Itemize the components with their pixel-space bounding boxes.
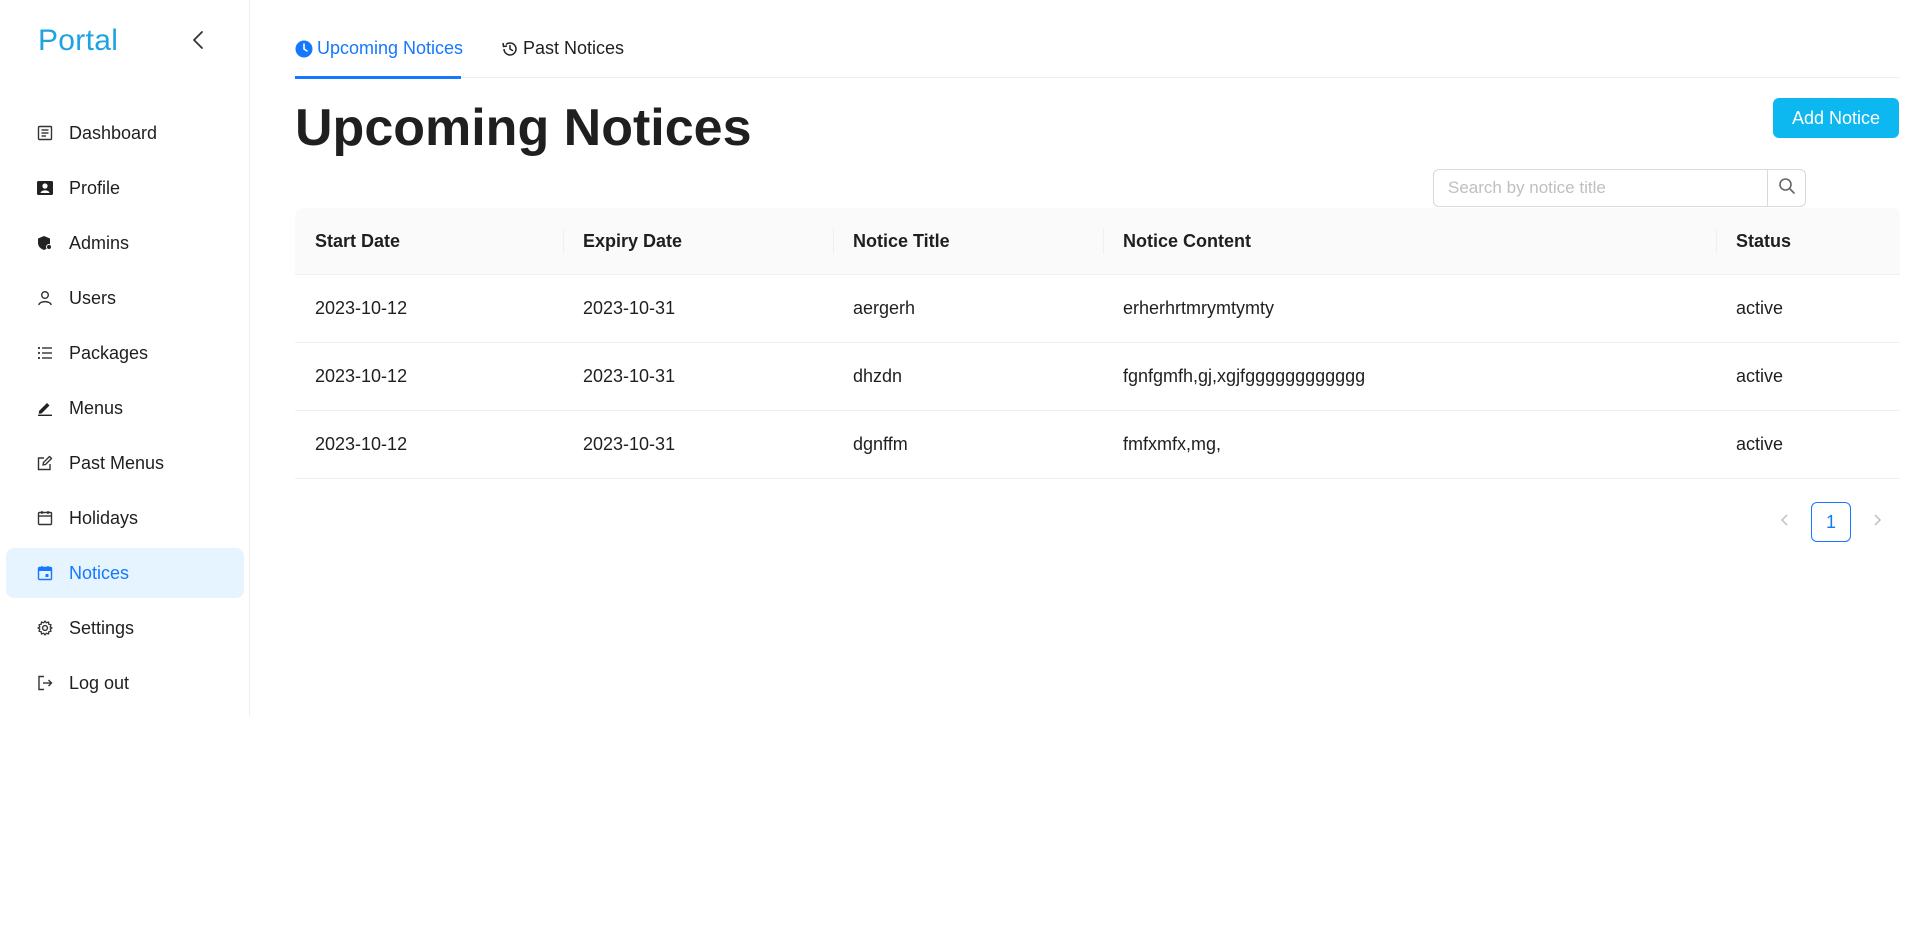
search-input[interactable] (1433, 169, 1767, 207)
column-header-notice-title[interactable]: Notice Title (833, 231, 1103, 252)
search-button[interactable] (1767, 169, 1806, 207)
sidebar-item-logout[interactable]: Log out (6, 658, 244, 708)
sidebar-item-label: Packages (69, 342, 149, 363)
chevron-left-icon (193, 31, 203, 49)
sidebar-item-admins[interactable]: Admins (6, 218, 244, 268)
sidebar-item-label: Users (69, 287, 117, 308)
column-header-start-date[interactable]: Start Date (295, 231, 563, 252)
tab-past-notices[interactable]: Past Notices (501, 38, 624, 78)
search-icon (1778, 177, 1796, 200)
clock-icon (295, 40, 313, 58)
sidebar-item-holidays[interactable]: Holidays (6, 493, 244, 543)
cell-status: active (1736, 298, 1784, 318)
column-header-status[interactable]: Status (1716, 231, 1900, 252)
tab-label: Past Notices (523, 38, 625, 58)
cell-status: active (1736, 366, 1784, 386)
sidebar-item-label: Dashboard (69, 122, 158, 143)
profile-card-icon (35, 178, 55, 198)
cell-start-date: 2023-10-12 (315, 434, 408, 454)
cell-notice-title: dhzdn (853, 366, 903, 386)
tab-label: Upcoming Notices (317, 38, 464, 58)
pen-icon (35, 398, 55, 418)
sidebar-item-past-menus[interactable]: Past Menus (6, 438, 244, 488)
notice-tabs: Upcoming Notices Past Notices (295, 30, 1900, 79)
sidebar-item-label: Menus (69, 397, 124, 418)
sidebar-item-label: Past Menus (69, 452, 165, 473)
table-row[interactable]: 2023-10-12 2023-10-31 dhzdn fgnfgmfh,gj,… (295, 343, 1900, 411)
cell-notice-content: fmfxmfx,mg, (1123, 434, 1221, 454)
cell-expiry-date: 2023-10-31 (583, 434, 676, 454)
dashboard-icon (35, 123, 55, 143)
cell-start-date: 2023-10-12 (315, 298, 408, 318)
sidebar-item-notices[interactable]: Notices (6, 548, 244, 598)
sidebar-item-label: Log out (69, 672, 130, 693)
sidebar: Portal Dashboard Profile Admins Users Pa… (0, 0, 250, 716)
cell-notice-content: fgnfgmfh,gj,xgjfgggggggggggg (1123, 366, 1366, 386)
page-number-button[interactable]: 1 (1811, 502, 1851, 542)
tab-upcoming-notices[interactable]: Upcoming Notices (295, 38, 464, 79)
sidebar-item-packages[interactable]: Packages (6, 328, 244, 378)
collapse-sidebar-button[interactable] (186, 26, 210, 54)
cell-start-date: 2023-10-12 (315, 366, 408, 386)
search-bar (1433, 169, 1806, 207)
chevron-left-icon (1780, 513, 1790, 532)
user-icon (35, 288, 55, 308)
edit-icon (35, 453, 55, 473)
cell-notice-content: erherhrtmrymtymty (1123, 298, 1275, 318)
next-page-button[interactable] (1857, 502, 1897, 542)
table-header: Start Date Expiry Date Notice Title Noti… (295, 208, 1900, 275)
pagination: 1 (1765, 502, 1897, 542)
cell-notice-title: dgnffm (853, 434, 908, 454)
notices-table: Start Date Expiry Date Notice Title Noti… (295, 208, 1900, 479)
tab-active-indicator (295, 76, 461, 79)
logout-icon (35, 673, 55, 693)
gear-icon (35, 618, 55, 638)
page-title: Upcoming Notices (295, 99, 752, 157)
calendar-filled-icon (35, 563, 55, 583)
sidebar-item-dashboard[interactable]: Dashboard (6, 108, 244, 158)
sidebar-item-label: Profile (69, 177, 121, 198)
cell-expiry-date: 2023-10-31 (583, 298, 676, 318)
sidebar-item-settings[interactable]: Settings (6, 603, 244, 653)
calendar-icon (35, 508, 55, 528)
column-header-expiry-date[interactable]: Expiry Date (563, 231, 833, 252)
table-row[interactable]: 2023-10-12 2023-10-31 dgnffm fmfxmfx,mg,… (295, 411, 1900, 479)
sidebar-item-label: Settings (69, 617, 135, 638)
cell-status: active (1736, 434, 1784, 454)
history-icon (501, 40, 519, 58)
cell-expiry-date: 2023-10-31 (583, 366, 676, 386)
column-header-notice-content[interactable]: Notice Content (1103, 231, 1716, 252)
sidebar-nav: Dashboard Profile Admins Users Packages … (6, 108, 244, 713)
admin-shield-icon (35, 233, 55, 253)
table-row[interactable]: 2023-10-12 2023-10-31 aergerh erherhrtmr… (295, 275, 1900, 343)
sidebar-item-users[interactable]: Users (6, 273, 244, 323)
prev-page-button[interactable] (1765, 502, 1805, 542)
add-notice-button[interactable]: Add Notice (1773, 98, 1899, 138)
list-icon (35, 343, 55, 363)
sidebar-item-label: Admins (69, 232, 130, 253)
cell-notice-title: aergerh (853, 298, 916, 318)
sidebar-item-label: Holidays (69, 507, 139, 528)
brand-logo: Portal (38, 24, 119, 57)
sidebar-item-menus[interactable]: Menus (6, 383, 244, 433)
chevron-right-icon (1872, 513, 1882, 532)
sidebar-item-profile[interactable]: Profile (6, 163, 244, 213)
sidebar-item-label: Notices (69, 562, 130, 583)
